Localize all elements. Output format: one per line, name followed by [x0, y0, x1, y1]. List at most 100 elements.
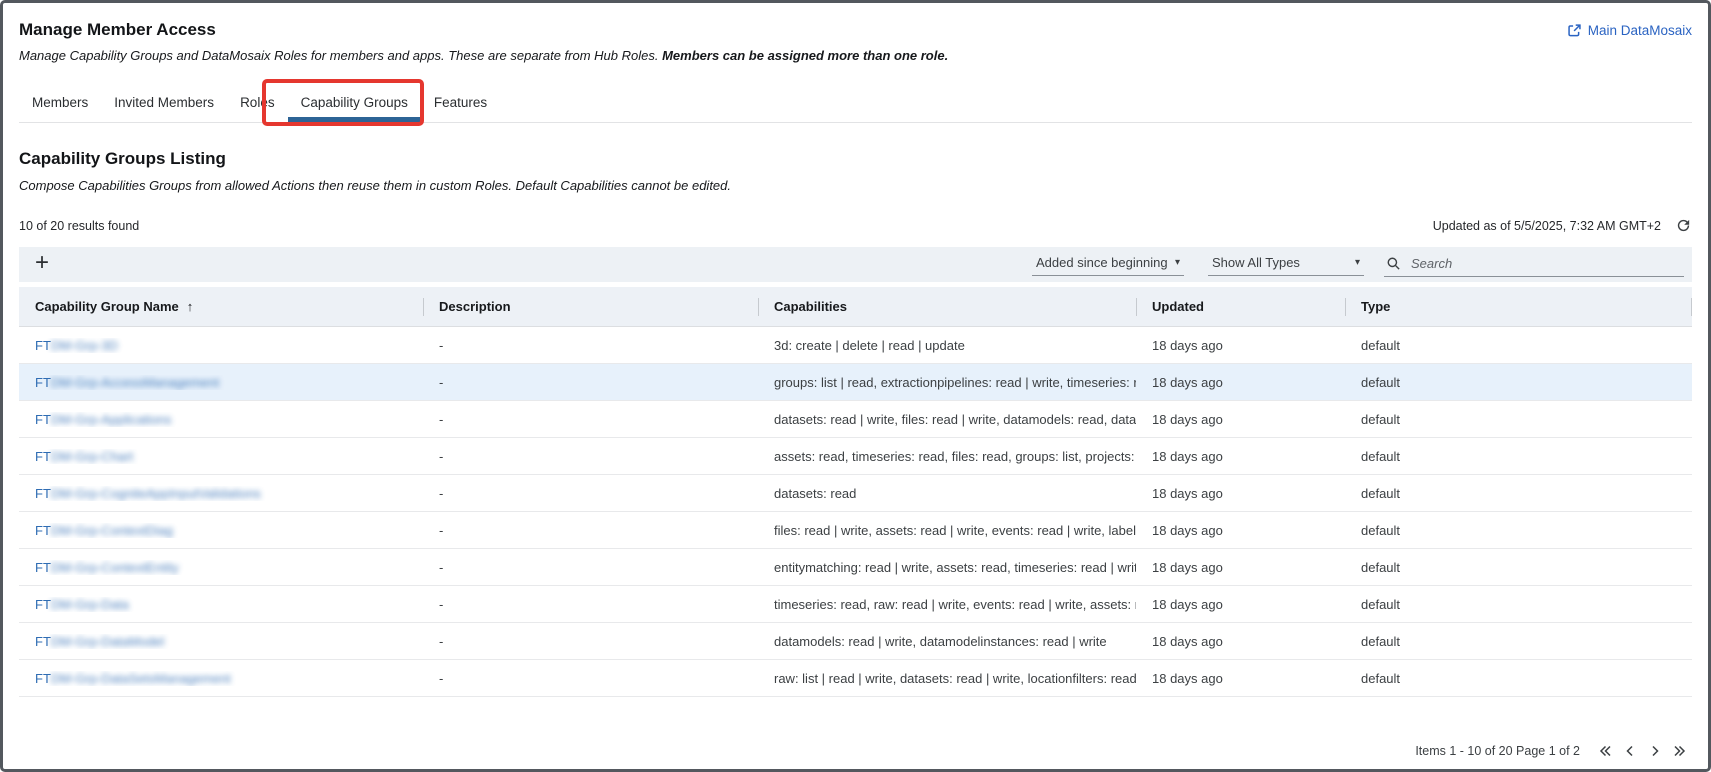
- first-page-button[interactable]: [1595, 741, 1615, 761]
- search-icon: [1386, 256, 1401, 271]
- pagination-items-text: Items 1 - 10 of 20 Page 1 of 2: [1415, 744, 1580, 758]
- name-cell: FTDM-Grp-CogniteAppInputValidations: [19, 486, 423, 501]
- column-header-name[interactable]: Capability Group Name ↑: [19, 287, 423, 326]
- table-row[interactable]: FTDM-Grp-Applications - datasets: read |…: [19, 401, 1692, 438]
- updated-cell: 18 days ago: [1136, 560, 1345, 575]
- first-page-icon: [1596, 742, 1614, 760]
- name-cell: FTDM-Grp-DataModel: [19, 634, 423, 649]
- capabilities-cell: 3d: create | delete | read | update: [758, 338, 1136, 353]
- type-cell: default: [1345, 338, 1692, 353]
- section-subtitle: Compose Capabilities Groups from allowed…: [19, 178, 1692, 193]
- name-cell: FTDM-Grp-ContextEntity: [19, 560, 423, 575]
- updated-timestamp: Updated as of 5/5/2025, 7:32 AM GMT+2: [1433, 219, 1661, 233]
- capabilities-cell: datasets: read: [758, 486, 1136, 501]
- table-row[interactable]: FTDM-Grp-ContextDiag - files: read | wri…: [19, 512, 1692, 549]
- capability-group-link[interactable]: FTDM-Grp-ContextDiag: [35, 523, 173, 538]
- capability-group-name-redacted: DM-Grp-3D: [51, 338, 118, 353]
- capabilities-cell: groups: list | read, extractionpipelines…: [758, 375, 1136, 390]
- table-row[interactable]: FTDM-Grp-Data - timeseries: read, raw: r…: [19, 586, 1692, 623]
- table-row[interactable]: FTDM-Grp-DataModel - datamodels: read | …: [19, 623, 1692, 660]
- capability-group-name-redacted: DM-Grp-Applications: [51, 412, 172, 427]
- tab-bar: MembersInvited MembersRolesCapability Gr…: [19, 83, 1692, 123]
- column-header-updated[interactable]: Updated: [1136, 287, 1345, 326]
- search-input[interactable]: [1409, 255, 1682, 272]
- table-toolbar: + Added since beginning ▾ Show All Types…: [19, 247, 1692, 282]
- capability-group-name-visible: FT: [35, 449, 51, 464]
- capability-group-name-visible: FT: [35, 671, 51, 686]
- main-datamosaix-link-label: Main DataMosaix: [1588, 23, 1692, 38]
- capabilities-cell: timeseries: read, raw: read | write, eve…: [758, 597, 1136, 612]
- section-title: Capability Groups Listing: [19, 149, 1692, 169]
- page-subtitle-text: Manage Capability Groups and DataMosaix …: [19, 48, 662, 63]
- capability-group-link[interactable]: FTDM-Grp-3D: [35, 338, 118, 353]
- tab-features[interactable]: Features: [421, 83, 500, 122]
- table-row[interactable]: FTDM-Grp-3D - 3d: create | delete | read…: [19, 327, 1692, 364]
- table-row[interactable]: FTDM-Grp-Chart - assets: read, timeserie…: [19, 438, 1692, 475]
- capability-group-link[interactable]: FTDM-Grp-Chart: [35, 449, 133, 464]
- column-header-capabilities[interactable]: Capabilities: [758, 287, 1136, 326]
- capability-group-link[interactable]: FTDM-Grp-AccessManagement: [35, 375, 219, 390]
- table-row[interactable]: FTDM-Grp-ContextEntity - entitymatching:…: [19, 549, 1692, 586]
- capability-group-name-visible: FT: [35, 412, 51, 427]
- capability-group-link[interactable]: FTDM-Grp-Data: [35, 597, 129, 612]
- tab-invited-members[interactable]: Invited Members: [101, 83, 227, 122]
- capability-group-link[interactable]: FTDM-Grp-DataModel: [35, 634, 164, 649]
- refresh-icon: [1675, 217, 1692, 234]
- tab-roles[interactable]: Roles: [227, 83, 288, 122]
- column-header-type[interactable]: Type: [1345, 287, 1692, 326]
- refresh-button[interactable]: [1675, 217, 1692, 234]
- external-link-icon: [1567, 23, 1582, 38]
- previous-page-button[interactable]: [1620, 741, 1640, 761]
- updated-cell: 18 days ago: [1136, 486, 1345, 501]
- capabilities-cell: entitymatching: read | write, assets: re…: [758, 560, 1136, 575]
- type-cell: default: [1345, 597, 1692, 612]
- capability-group-link[interactable]: FTDM-Grp-ContextEntity: [35, 560, 179, 575]
- chevron-left-icon: [1621, 742, 1639, 760]
- description-cell: -: [423, 634, 758, 649]
- capability-group-link[interactable]: FTDM-Grp-Applications: [35, 412, 172, 427]
- capabilities-cell: datamodels: read | write, datamodelinsta…: [758, 634, 1136, 649]
- type-cell: default: [1345, 375, 1692, 390]
- added-since-filter[interactable]: Added since beginning ▾: [1032, 253, 1184, 276]
- capability-group-name-visible: FT: [35, 486, 51, 501]
- description-cell: -: [423, 375, 758, 390]
- type-filter[interactable]: Show All Types ▾: [1208, 253, 1364, 276]
- capability-groups-table: Capability Group Name ↑ Description Capa…: [19, 287, 1692, 697]
- capability-group-name-redacted: DM-Grp-CogniteAppInputValidations: [51, 486, 261, 501]
- table-row[interactable]: FTDM-Grp-AccessManagement - groups: list…: [19, 364, 1692, 401]
- updated-cell: 18 days ago: [1136, 523, 1345, 538]
- capabilities-cell: files: read | write, assets: read | writ…: [758, 523, 1136, 538]
- name-cell: FTDM-Grp-AccessManagement: [19, 375, 423, 390]
- page-subtitle: Manage Capability Groups and DataMosaix …: [19, 48, 948, 63]
- search-box: [1384, 253, 1684, 277]
- capability-group-name-visible: FT: [35, 338, 51, 353]
- main-datamosaix-link[interactable]: Main DataMosaix: [1567, 23, 1692, 38]
- column-header-description[interactable]: Description: [423, 287, 758, 326]
- description-cell: -: [423, 449, 758, 464]
- table-row[interactable]: FTDM-Grp-DataSetsManagement - raw: list …: [19, 660, 1692, 697]
- table-body: FTDM-Grp-3D - 3d: create | delete | read…: [19, 327, 1692, 697]
- next-page-button[interactable]: [1645, 741, 1665, 761]
- name-cell: FTDM-Grp-ContextDiag: [19, 523, 423, 538]
- capability-group-name-visible: FT: [35, 375, 51, 390]
- name-cell: FTDM-Grp-Chart: [19, 449, 423, 464]
- page-subtitle-bold-text: Members can be assigned more than one ro…: [662, 48, 948, 63]
- last-page-button[interactable]: [1670, 741, 1690, 761]
- chevron-right-icon: [1646, 742, 1664, 760]
- capability-group-name-redacted: DM-Grp-Data: [51, 597, 129, 612]
- description-cell: -: [423, 486, 758, 501]
- page-title: Manage Member Access: [19, 20, 948, 40]
- pagination-bar: Items 1 - 10 of 20 Page 1 of 2: [19, 741, 1692, 761]
- capabilities-cell: assets: read, timeseries: read, files: r…: [758, 449, 1136, 464]
- added-since-filter-value: Added since beginning: [1036, 255, 1168, 270]
- capability-group-link[interactable]: FTDM-Grp-DataSetsManagement: [35, 671, 231, 686]
- description-cell: -: [423, 338, 758, 353]
- description-cell: -: [423, 671, 758, 686]
- add-capability-group-button[interactable]: +: [31, 251, 53, 278]
- capability-group-name-redacted: DM-Grp-Chart: [51, 449, 133, 464]
- table-row[interactable]: FTDM-Grp-CogniteAppInputValidations - da…: [19, 475, 1692, 512]
- type-cell: default: [1345, 523, 1692, 538]
- tab-capability-groups[interactable]: Capability Groups: [288, 83, 421, 122]
- tab-members[interactable]: Members: [19, 83, 101, 122]
- capability-group-link[interactable]: FTDM-Grp-CogniteAppInputValidations: [35, 486, 261, 501]
